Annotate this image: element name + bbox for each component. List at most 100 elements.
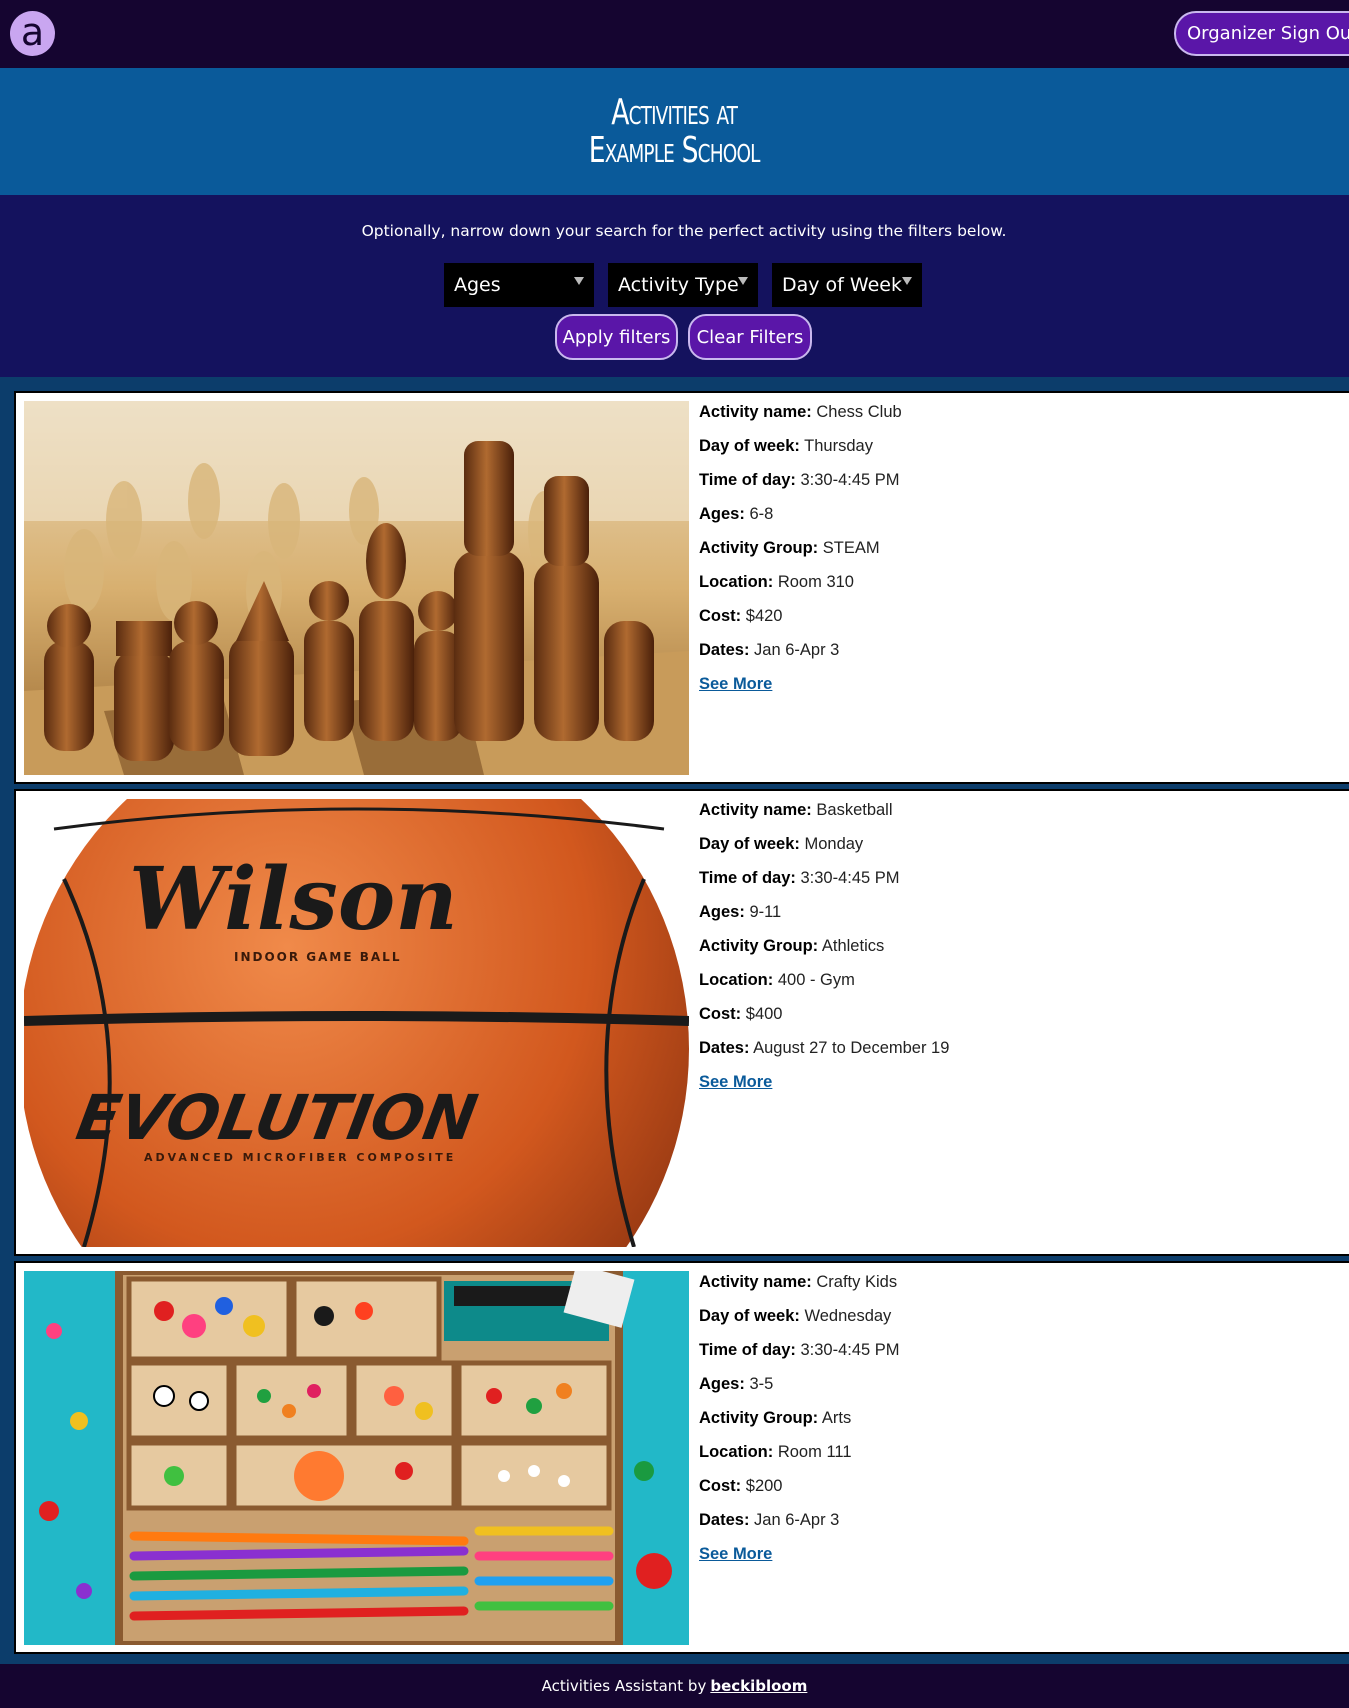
ages-row: Ages: 9-11 — [699, 901, 949, 935]
organizer-sign-out-button[interactable]: Organizer Sign Out — [1174, 11, 1349, 56]
label: Activity name: — [699, 403, 812, 421]
label: Location: — [699, 1443, 774, 1461]
cost-row: Cost: $420 — [699, 605, 902, 639]
label: Activity Group: — [699, 539, 819, 557]
day-of-week-value: Thursday — [804, 437, 873, 455]
footer-author-link[interactable]: beckibloom — [710, 1677, 807, 1695]
ball-brand-text: Wilson — [129, 849, 458, 950]
label: Dates: — [699, 1511, 750, 1529]
see-more-link[interactable]: See More — [699, 1073, 772, 1091]
ages-row: Ages: 6-8 — [699, 503, 902, 537]
page-title-line1: Activities at — [611, 91, 739, 133]
footer-text: Activities Assistant by — [541, 1677, 707, 1695]
dates-value: August 27 to December 19 — [753, 1039, 950, 1057]
see-more-link[interactable]: See More — [699, 675, 772, 693]
filters-panel: Optionally, narrow down your search for … — [0, 195, 1349, 377]
app-logo-icon[interactable]: a — [10, 11, 55, 56]
activity-name-row: Activity name: Crafty Kids — [699, 1271, 900, 1305]
activity-group-value: Athletics — [821, 937, 885, 955]
label: Time of day: — [699, 869, 796, 887]
dates-row: Dates: Jan 6-Apr 3 — [699, 1509, 900, 1543]
location-row: Location: Room 111 — [699, 1441, 900, 1475]
label: Location: — [699, 971, 774, 989]
activity-group-value: Arts — [821, 1409, 852, 1427]
dates-value: Jan 6-Apr 3 — [754, 641, 840, 659]
clear-filters-button[interactable]: Clear Filters — [688, 314, 812, 360]
chevron-down-icon — [902, 277, 912, 285]
ball-model-text: EVOLUTION — [71, 1081, 482, 1153]
chevron-down-icon — [738, 277, 748, 285]
activity-details: Activity name: Crafty Kids Day of week: … — [699, 1271, 900, 1577]
time-of-day-value: 3:30-4:45 PM — [800, 869, 900, 887]
see-more-row: See More — [699, 1543, 900, 1577]
location-value: Room 310 — [777, 573, 854, 591]
label: Day of week: — [699, 835, 800, 853]
activity-group-row: Activity Group: Arts — [699, 1407, 900, 1441]
activity-name: Crafty Kids — [816, 1273, 898, 1291]
label: Cost: — [699, 1005, 742, 1023]
activity-type-select-label: Activity Type — [618, 274, 739, 296]
day-of-week-row: Day of week: Thursday — [699, 435, 902, 469]
activity-group-row: Activity Group: Athletics — [699, 935, 949, 969]
top-nav-bar: a Organizer Sign Out — [0, 0, 1349, 68]
ball-tagline-text: ADVANCED MICROFIBER COMPOSITE — [144, 1151, 456, 1164]
time-of-day-value: 3:30-4:45 PM — [800, 471, 900, 489]
ages-select[interactable]: Ages — [444, 263, 594, 307]
cost-value: $420 — [745, 607, 783, 625]
label: Day of week: — [699, 1307, 800, 1325]
cost-row: Cost: $400 — [699, 1003, 949, 1037]
see-more-row: See More — [699, 1071, 949, 1105]
day-of-week-row: Day of week: Wednesday — [699, 1305, 900, 1339]
ages-value: 6-8 — [749, 505, 774, 523]
chess-photo — [24, 401, 689, 775]
label: Cost: — [699, 1477, 742, 1495]
label: Activity Group: — [699, 937, 819, 955]
dates-row: Dates: Jan 6-Apr 3 — [699, 639, 902, 673]
time-of-day-row: Time of day: 3:30-4:45 PM — [699, 867, 949, 901]
page-title: Activities at Example School — [589, 91, 761, 171]
activity-details: Activity name: Chess Club Day of week: T… — [699, 401, 902, 707]
activity-card: Activity name: Chess Club Day of week: T… — [14, 391, 1349, 784]
label: Ages: — [699, 505, 745, 523]
ball-subtitle-text: INDOOR GAME BALL — [234, 950, 401, 964]
label: Cost: — [699, 607, 742, 625]
label: Ages: — [699, 1375, 745, 1393]
location-value: Room 111 — [777, 1443, 852, 1461]
cost-value: $400 — [745, 1005, 783, 1023]
label: Day of week: — [699, 437, 800, 455]
label: Ages: — [699, 903, 745, 921]
ages-row: Ages: 3-5 — [699, 1373, 900, 1407]
chevron-down-icon — [574, 277, 584, 285]
activity-name-row: Activity name: Basketball — [699, 799, 949, 833]
day-of-week-row: Day of week: Monday — [699, 833, 949, 867]
location-value: 400 - Gym — [777, 971, 855, 989]
page-title-line2: Example School — [589, 129, 761, 171]
label: Location: — [699, 573, 774, 591]
time-of-day-row: Time of day: 3:30-4:45 PM — [699, 1339, 900, 1373]
day-of-week-value: Wednesday — [804, 1307, 892, 1325]
cost-value: $200 — [745, 1477, 783, 1495]
see-more-link[interactable]: See More — [699, 1545, 772, 1563]
activity-details: Activity name: Basketball Day of week: M… — [699, 799, 949, 1105]
ages-value: 9-11 — [749, 903, 782, 921]
activity-name-row: Activity name: Chess Club — [699, 401, 902, 435]
cost-row: Cost: $200 — [699, 1475, 900, 1509]
activity-type-select[interactable]: Activity Type — [608, 263, 758, 307]
activity-group-value: STEAM — [822, 539, 880, 557]
see-more-row: See More — [699, 673, 902, 707]
time-of-day-row: Time of day: 3:30-4:45 PM — [699, 469, 902, 503]
apply-filters-button[interactable]: Apply filters — [555, 314, 678, 360]
label: Time of day: — [699, 1341, 796, 1359]
location-row: Location: 400 - Gym — [699, 969, 949, 1003]
activity-group-row: Activity Group: STEAM — [699, 537, 902, 571]
activity-name: Chess Club — [816, 403, 902, 421]
time-of-day-value: 3:30-4:45 PM — [800, 1341, 900, 1359]
location-row: Location: Room 310 — [699, 571, 902, 605]
label: Dates: — [699, 1039, 750, 1057]
ages-select-label: Ages — [454, 274, 501, 296]
day-of-week-select[interactable]: Day of Week — [772, 263, 922, 307]
basketball-photo: Wilson INDOOR GAME BALL EVOLUTION ADVANC… — [24, 799, 689, 1247]
activity-card: Activity name: Crafty Kids Day of week: … — [14, 1261, 1349, 1654]
label: Activity Group: — [699, 1409, 819, 1427]
activity-name: Basketball — [816, 801, 893, 819]
